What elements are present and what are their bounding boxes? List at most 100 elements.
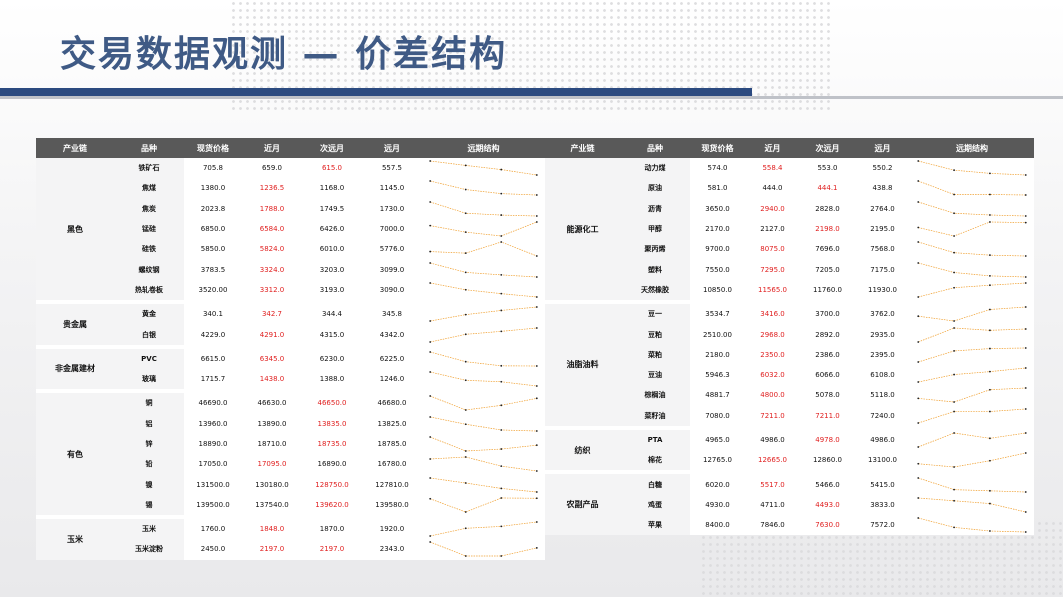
spot-price: 13960.0 xyxy=(198,419,228,428)
spot-price: 2450.0 xyxy=(200,545,226,554)
next-price: 1168.0 xyxy=(319,184,345,193)
sparkline-point-next xyxy=(988,410,991,413)
near-price: 4711.0 xyxy=(760,500,785,509)
sparkline-svg xyxy=(429,200,538,217)
spot-price: 3650.0 xyxy=(705,204,730,213)
near-price: 444.0 xyxy=(762,184,783,193)
far-price: 13825.0 xyxy=(377,419,407,428)
sparkline-point-next xyxy=(988,502,991,505)
sparkline-point-next xyxy=(500,555,503,558)
sparkline-point-near xyxy=(953,169,956,172)
sparkline-point-spot xyxy=(429,395,432,398)
sparkline-svg xyxy=(917,200,1027,217)
near-price: 17095.0 xyxy=(257,460,287,469)
sparkline-line xyxy=(918,367,1026,383)
near-price: 3312.0 xyxy=(259,285,285,294)
next-price: 7205.0 xyxy=(815,265,840,274)
sparkline-point-spot xyxy=(429,200,432,203)
sparkline-point-spot xyxy=(917,476,920,479)
forward-structure-sparkline xyxy=(422,369,545,391)
table-row: 油脂油料 豆一 3534.7 3416.0 3700.0 3762.0 xyxy=(545,300,1034,428)
sparkline-point-near xyxy=(464,409,467,412)
sparkline-svg xyxy=(429,160,538,177)
industry-category: 非金属建材 xyxy=(36,344,114,392)
product-name: 硅铁 xyxy=(114,239,184,260)
sparkline-point-next xyxy=(500,241,503,244)
far-price: 7000.0 xyxy=(379,225,405,234)
product-name: 焦炭 xyxy=(114,198,184,219)
sparkline-point-spot xyxy=(429,350,432,353)
product-name: 菜籽油 xyxy=(620,405,690,428)
sparkline-point-far xyxy=(535,221,538,223)
sparkline-point-far xyxy=(1024,255,1027,258)
sparkline-point-far xyxy=(1024,367,1027,370)
product-name: 豆一 xyxy=(620,300,690,325)
near-price: 7846.0 xyxy=(760,521,785,530)
forward-structure-sparkline xyxy=(422,389,545,414)
table-row: 能源化工 动力煤 574.0 558.4 553.0 550.2 xyxy=(545,158,1034,303)
near-price: 6032.0 xyxy=(760,371,785,380)
product-name: 沥青 xyxy=(620,198,690,219)
sparkline-point-far xyxy=(535,547,538,550)
spot-price: 581.0 xyxy=(707,184,728,193)
forward-structure-sparkline xyxy=(422,199,545,219)
far-price: 550.2 xyxy=(872,164,893,173)
near-price: 6584.0 xyxy=(259,225,285,234)
far-price: 438.8 xyxy=(872,184,893,193)
next-price: 2198.0 xyxy=(815,225,840,234)
header-far: 远月 xyxy=(362,138,422,158)
near-price: 11565.0 xyxy=(758,285,787,294)
sparkline-point-spot xyxy=(917,160,920,163)
sparkline-point-next xyxy=(500,213,503,216)
sparkline-svg xyxy=(429,350,538,367)
spot-price: 574.0 xyxy=(707,164,728,173)
far-price: 127810.0 xyxy=(375,480,409,489)
near-price: 1236.5 xyxy=(259,184,285,193)
near-price: 4800.0 xyxy=(760,391,785,400)
next-price: 7696.0 xyxy=(815,245,840,254)
sparkline-point-next xyxy=(500,448,503,450)
forward-structure-sparkline xyxy=(910,385,1034,405)
product-name: 铁矿石 xyxy=(114,158,184,179)
sparkline-point-spot xyxy=(429,282,432,284)
sparkline-svg xyxy=(917,180,1027,197)
sparkline-point-next xyxy=(500,364,503,367)
product-name: 豆油 xyxy=(620,364,690,386)
sparkline-line xyxy=(430,542,537,557)
sparkline-line xyxy=(430,262,537,277)
forward-structure-sparkline xyxy=(910,345,1034,365)
sparkline-point-near xyxy=(953,194,956,196)
next-price: 1749.5 xyxy=(319,204,345,213)
forward-structure-sparkline xyxy=(910,178,1034,198)
spot-price: 6615.0 xyxy=(184,344,242,369)
left-header-row: 产业链 品种 现货价格 近月 次远月 远月 远期结构 xyxy=(36,138,545,158)
sparkline-point-next xyxy=(500,329,503,332)
sparkline-point-spot xyxy=(429,497,432,500)
forward-structure-sparkline xyxy=(910,239,1034,259)
next-price: 3193.0 xyxy=(319,285,345,294)
header-industry: 产业链 xyxy=(36,138,114,158)
sparkline-point-near xyxy=(464,481,467,484)
product-name: 玉米 xyxy=(114,515,184,540)
sparkline-line xyxy=(918,306,1026,322)
spot-price: 4881.7 xyxy=(705,391,730,400)
sparkline-point-spot xyxy=(917,226,920,229)
sparkline-svg xyxy=(917,452,1027,469)
forward-structure-sparkline xyxy=(910,280,1034,302)
sparkline-point-near xyxy=(464,332,467,335)
sparkline-point-near xyxy=(464,555,467,558)
sparkline-line xyxy=(918,160,1026,176)
next-price: 7630.0 xyxy=(815,521,840,530)
next-price: 1388.0 xyxy=(319,375,345,384)
sparkline-point-far xyxy=(1024,214,1027,217)
next-price: 4493.0 xyxy=(815,500,840,509)
next-price: 18735.0 xyxy=(317,440,347,448)
industry-category: 玉米 xyxy=(36,515,114,560)
forward-structure-sparkline xyxy=(910,365,1034,385)
next-price: 6010.0 xyxy=(319,245,345,254)
table-row: 黑色 铁矿石 705.8 659.0 615.0 557.5 xyxy=(36,158,545,303)
sparkline-point-far xyxy=(535,444,538,447)
far-price: 4342.0 xyxy=(379,330,405,339)
sparkline-point-near xyxy=(464,360,467,363)
sparkline-point-next xyxy=(500,487,503,489)
